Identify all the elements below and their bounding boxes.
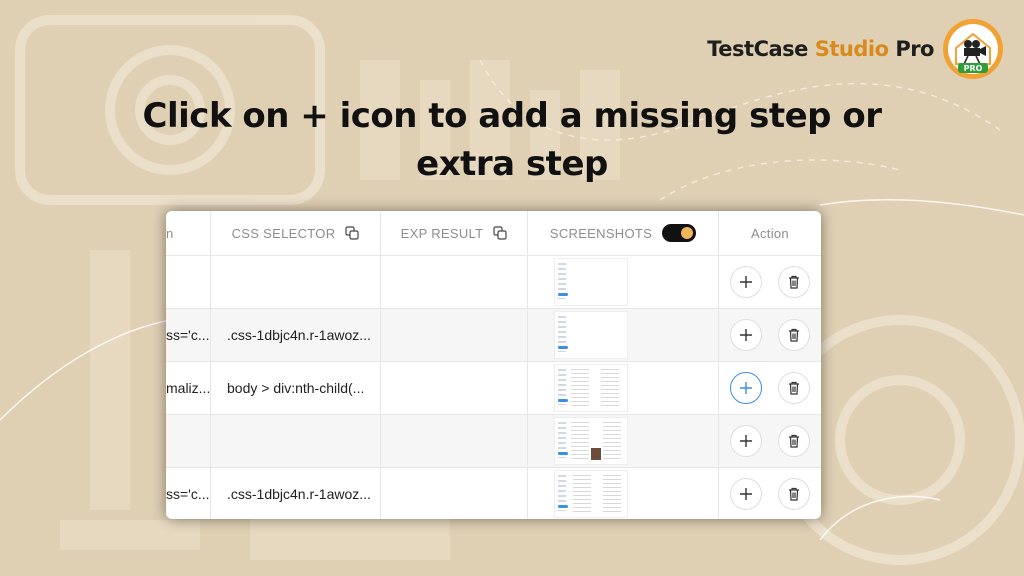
delete-step-button[interactable] bbox=[778, 372, 810, 404]
trash-icon bbox=[789, 487, 799, 501]
cell-screenshot bbox=[528, 415, 719, 467]
cell-partial: ss='c... bbox=[166, 309, 211, 361]
delete-step-button[interactable] bbox=[778, 478, 810, 510]
cell-exp-result bbox=[381, 415, 528, 467]
add-step-button[interactable] bbox=[730, 319, 762, 351]
column-header-screenshots: SCREENSHOTS bbox=[528, 211, 719, 255]
table-row: ss='c... .css-1dbjc4n.r-1awoz... bbox=[166, 468, 821, 519]
cell-css-selector: .css-1dbjc4n.r-1awoz... bbox=[211, 309, 381, 361]
cell-css-selector: .css-1dbjc4n.r-1awoz... bbox=[211, 468, 381, 519]
column-header-partial: n bbox=[166, 211, 211, 255]
brand-name-part2: Studio bbox=[814, 37, 889, 61]
screenshot-thumbnail[interactable] bbox=[554, 364, 628, 412]
css-selector-header-label: CSS SELECTOR bbox=[231, 225, 336, 241]
cell-partial bbox=[166, 256, 211, 308]
cell-exp-result bbox=[381, 362, 528, 414]
trash-icon bbox=[789, 381, 799, 395]
table-header: n CSS SELECTOR EXP RESULT SCREENSHOTS Ac… bbox=[166, 211, 821, 256]
screenshot-thumbnail[interactable] bbox=[554, 470, 628, 518]
table-row bbox=[166, 415, 821, 468]
cell-screenshot bbox=[528, 468, 719, 519]
brand-name-part3: Pro bbox=[895, 37, 934, 61]
logo-badge: PRO bbox=[964, 64, 983, 73]
headline-line2: extra step bbox=[416, 144, 608, 184]
cell-css-selector: body > div:nth-child(... bbox=[211, 362, 381, 414]
add-step-button[interactable] bbox=[730, 425, 762, 457]
action-header-label: Action bbox=[751, 225, 789, 241]
cell-screenshot bbox=[528, 256, 719, 308]
cell-actions bbox=[719, 362, 821, 414]
column-header-exp-result: EXP RESULT bbox=[381, 211, 528, 255]
add-step-button[interactable] bbox=[730, 478, 762, 510]
screenshots-header-label: SCREENSHOTS bbox=[549, 225, 653, 241]
brand-name: TestCase Studio Pro bbox=[707, 37, 934, 61]
plus-icon bbox=[740, 382, 752, 394]
cell-actions bbox=[719, 256, 821, 308]
cell-actions bbox=[719, 468, 821, 519]
plus-icon bbox=[740, 435, 752, 447]
cell-screenshot bbox=[528, 309, 719, 361]
screenshot-thumbnail[interactable] bbox=[554, 311, 628, 359]
copy-icon[interactable] bbox=[493, 226, 507, 240]
plus-icon bbox=[740, 488, 752, 500]
screenshots-toggle[interactable] bbox=[662, 224, 697, 242]
cell-exp-result bbox=[381, 468, 528, 519]
screenshot-thumbnail[interactable] bbox=[554, 258, 628, 306]
headline: Click on + icon to add a missing step or… bbox=[0, 92, 1024, 188]
table-row: maliz... body > div:nth-child(... bbox=[166, 362, 821, 415]
copy-icon[interactable] bbox=[345, 226, 359, 240]
cell-exp-result bbox=[381, 309, 528, 361]
brand-name-part1: TestCase bbox=[707, 37, 808, 61]
cell-screenshot bbox=[528, 362, 719, 414]
table-row bbox=[166, 256, 821, 309]
column-header-partial-label: n bbox=[166, 225, 174, 241]
column-header-css-selector: CSS SELECTOR bbox=[211, 211, 381, 255]
cell-partial: maliz... bbox=[166, 362, 211, 414]
delete-step-button[interactable] bbox=[778, 425, 810, 457]
exp-result-header-label: EXP RESULT bbox=[400, 225, 484, 241]
delete-step-button[interactable] bbox=[778, 319, 810, 351]
cell-css-selector bbox=[211, 415, 381, 467]
plus-icon bbox=[740, 276, 752, 288]
add-step-button[interactable] bbox=[730, 266, 762, 298]
cell-actions bbox=[719, 415, 821, 467]
movie-camera-house-icon: PRO bbox=[943, 19, 1003, 79]
test-steps-table: n CSS SELECTOR EXP RESULT SCREENSHOTS Ac… bbox=[166, 211, 821, 519]
trash-icon bbox=[789, 275, 799, 289]
cell-css-selector bbox=[211, 256, 381, 308]
delete-step-button[interactable] bbox=[778, 266, 810, 298]
cell-partial bbox=[166, 415, 211, 467]
cell-partial: ss='c... bbox=[166, 468, 211, 519]
trash-icon bbox=[789, 434, 799, 448]
screenshot-thumbnail[interactable] bbox=[554, 417, 628, 465]
column-header-action: Action bbox=[719, 211, 821, 255]
headline-line1: Click on + icon to add a missing step or bbox=[142, 96, 882, 136]
add-step-button[interactable] bbox=[730, 372, 762, 404]
brand: TestCase Studio Pro PRO bbox=[707, 18, 1004, 80]
table-row: ss='c... .css-1dbjc4n.r-1awoz... bbox=[166, 309, 821, 362]
cell-actions bbox=[719, 309, 821, 361]
toggle-knob bbox=[681, 227, 694, 239]
plus-icon bbox=[740, 329, 752, 341]
trash-icon bbox=[789, 328, 799, 342]
cell-exp-result bbox=[381, 256, 528, 308]
